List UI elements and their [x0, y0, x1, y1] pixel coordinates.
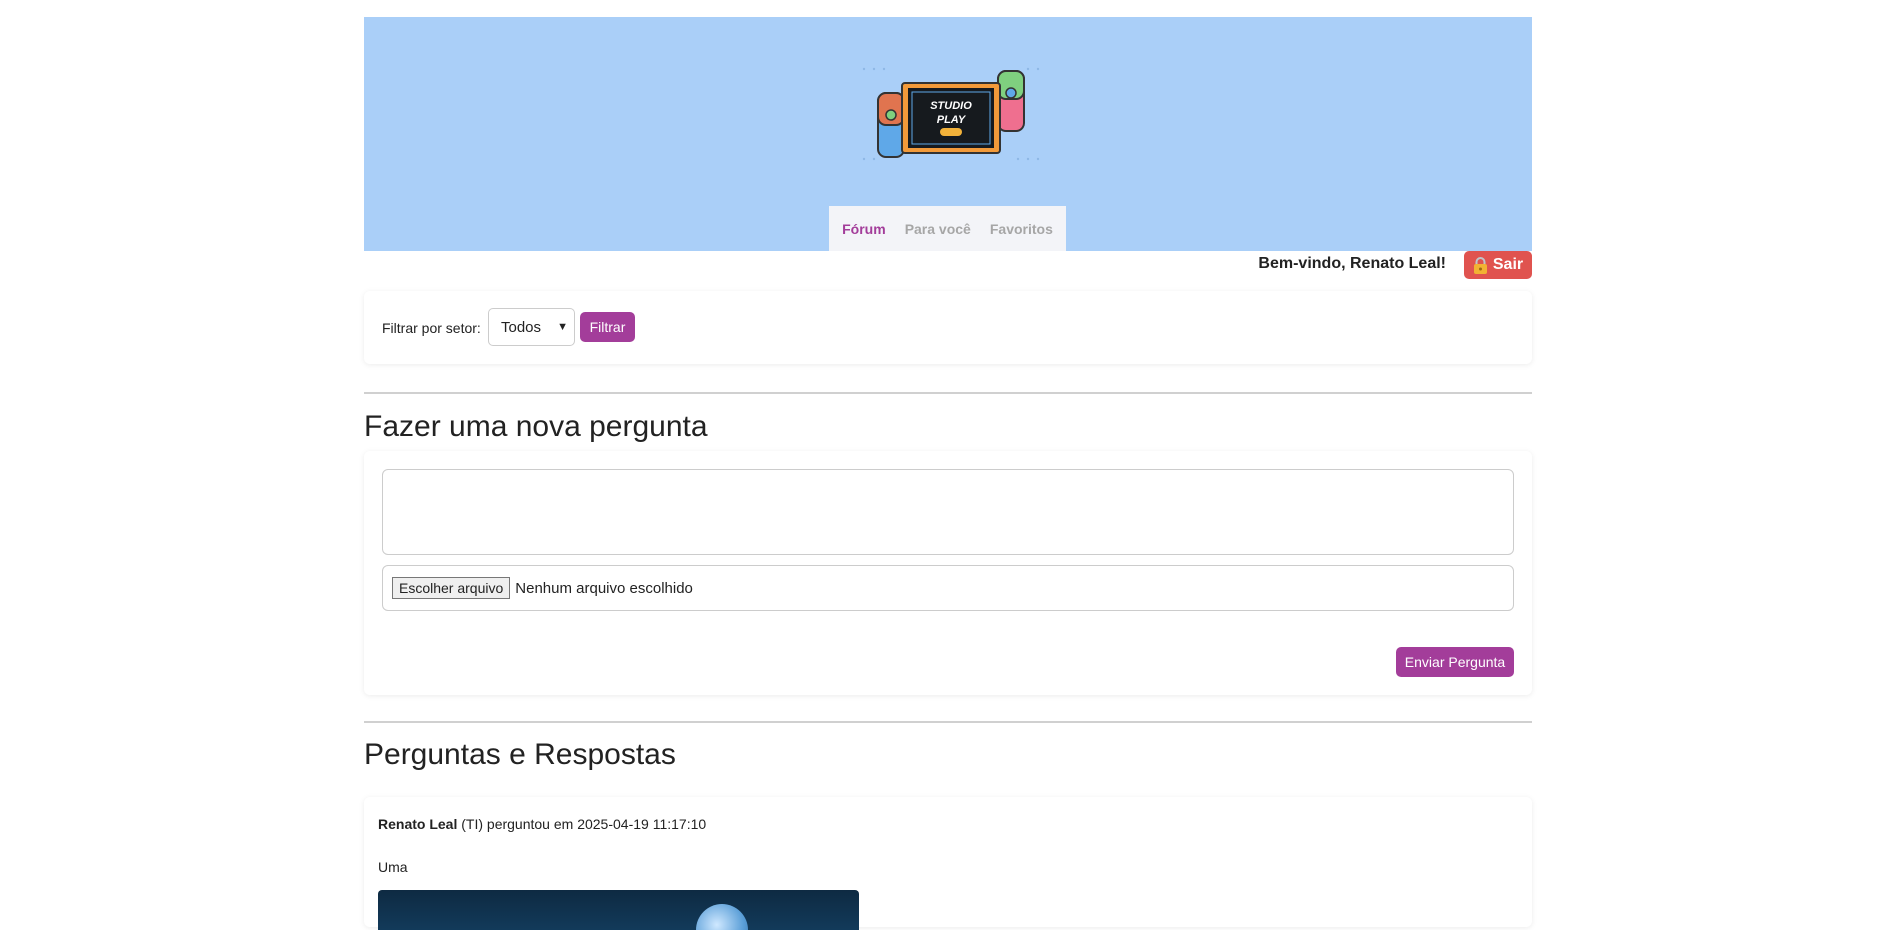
filter-panel: Filtrar por setor: Todos ▼ Filtrar — [364, 291, 1532, 364]
post-text: Uma — [378, 859, 408, 875]
header-banner: STUDIO PLAY Fórum Para você Favoritos — [364, 17, 1532, 251]
chevron-down-icon: ▼ — [557, 321, 568, 333]
filter-button[interactable]: Filtrar — [580, 312, 635, 342]
question-textarea[interactable] — [382, 469, 1514, 555]
post-author: Renato Leal — [378, 816, 458, 832]
studio-play-logo: STUDIO PLAY — [858, 63, 1044, 167]
submit-question-button[interactable]: Enviar Pergunta — [1396, 647, 1514, 677]
tab-para-voce[interactable]: Para você — [905, 221, 971, 237]
main-tabs: Fórum Para você Favoritos — [829, 206, 1066, 251]
logout-button[interactable]: Sair — [1464, 251, 1532, 279]
post-datetime: 2025-04-19 11:17:10 — [577, 816, 707, 832]
post-sector: (TI) — [461, 816, 484, 832]
user-bar: Bem-vindo, Renato Leal! Sair — [364, 251, 1532, 281]
lock-icon — [1473, 256, 1487, 274]
filter-label: Filtrar por setor: — [382, 320, 481, 336]
file-upload-field: Escolher arquivo Nenhum arquivo escolhid… — [382, 565, 1514, 611]
ask-section-title: Fazer uma nova pergunta — [364, 410, 708, 443]
divider — [364, 721, 1532, 723]
sector-select-value: Todos — [501, 318, 542, 336]
tab-forum[interactable]: Fórum — [842, 221, 886, 237]
divider — [364, 392, 1532, 394]
page-container: STUDIO PLAY Fórum Para você Favoritos Be… — [364, 17, 1532, 930]
logo-text-play: PLAY — [937, 114, 967, 126]
question-post: Renato Leal (TI) perguntou em 2025-04-19… — [364, 797, 1532, 930]
sector-select[interactable]: Todos ▼ — [488, 308, 575, 346]
logout-label: Sair — [1492, 256, 1524, 273]
choose-file-button[interactable]: Escolher arquivo — [392, 577, 511, 599]
post-meta: Renato Leal (TI) perguntou em 2025-04-19… — [378, 816, 706, 832]
moon-image — [696, 904, 748, 930]
feed-section-title: Perguntas e Respostas — [364, 738, 676, 771]
post-action: perguntou em — [486, 816, 574, 832]
file-status-text: Nenhum arquivo escolhido — [515, 579, 693, 597]
logo-text-studio: STUDIO — [930, 100, 972, 112]
welcome-text: Bem-vindo, Renato Leal! — [1258, 255, 1446, 272]
post-image — [378, 890, 859, 930]
tab-favoritos[interactable]: Favoritos — [990, 221, 1053, 237]
ask-form: Escolher arquivo Nenhum arquivo escolhid… — [364, 451, 1532, 695]
